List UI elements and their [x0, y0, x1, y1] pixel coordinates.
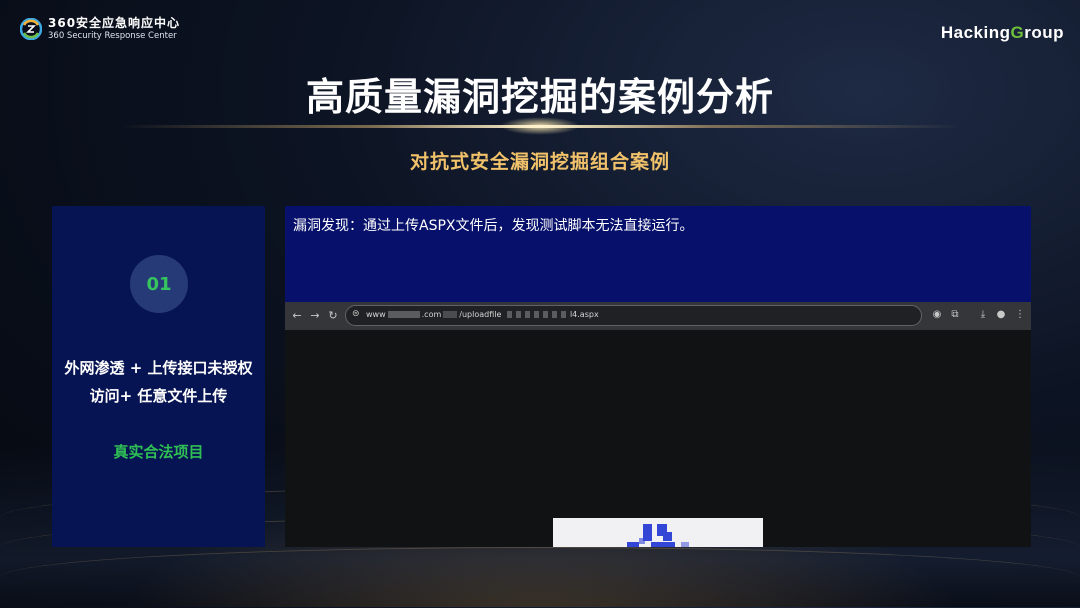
arrow-right-icon[interactable]: →: [307, 308, 323, 324]
case-card: 01 外网渗透 + 上传接口未授权 访问+ 任意文件上传 真实合法项目: [52, 206, 265, 547]
download-icon[interactable]: ⤓: [976, 308, 990, 322]
360-logo-icon: [20, 17, 42, 40]
site-info-icon[interactable]: ⊜: [352, 309, 360, 319]
title-divider: [120, 125, 960, 128]
case-tag: 真实合法项目: [113, 443, 204, 461]
case-number: 01: [146, 273, 172, 295]
puzzle-icon[interactable]: ⧉: [948, 308, 962, 322]
brand-en-text: 360 Security Response Center: [48, 31, 177, 41]
browser-toolbar: ← → ↻ ⊜ www .com/uploadfile l4.aspx ◉ ⧉ ⤓…: [285, 302, 1031, 330]
extension-icon[interactable]: ◉: [930, 308, 944, 322]
address-url: www .com/uploadfile l4.aspx: [366, 310, 599, 319]
case-desc-line2: 访问+ 任意文件上传: [89, 387, 228, 405]
browser-screenshot: ← → ↻ ⊜ www .com/uploadfile l4.aspx ◉ ⧉ ⤓…: [285, 302, 1031, 547]
finding-panel: 漏洞发现：通过上传ASPX文件后，发现测试脚本无法直接运行。: [285, 206, 1031, 302]
case-description: 外网渗透 + 上传接口未授权 访问+ 任意文件上传: [52, 354, 265, 410]
slide-title: 高质量漏洞挖掘的案例分析: [305, 75, 774, 119]
kebab-menu-icon[interactable]: ⋮: [1013, 308, 1027, 322]
slide-subtitle: 对抗式安全漏洞挖掘组合案例: [409, 151, 670, 173]
brand-cn-text: 360安全应急响应中心: [48, 16, 181, 30]
hackinggroup-logo: HackingGroup: [940, 23, 1064, 42]
case-desc-line1: 外网渗透 + 上传接口未授权: [64, 359, 253, 377]
arrow-left-icon[interactable]: ←: [289, 308, 305, 324]
case-number-badge: 01: [130, 255, 188, 313]
reload-icon[interactable]: ↻: [325, 308, 341, 324]
finding-text: 漏洞发现：通过上传ASPX文件后，发现测试脚本无法直接运行。: [293, 218, 694, 234]
address-bar[interactable]: ⊜ www .com/uploadfile l4.aspx: [345, 305, 922, 326]
pixelated-error-image: [553, 518, 763, 547]
profile-icon[interactable]: ●: [994, 308, 1008, 322]
browser-content: [285, 330, 1031, 547]
brand-360: 360安全应急响应中心 360 Security Response Center: [20, 17, 180, 41]
